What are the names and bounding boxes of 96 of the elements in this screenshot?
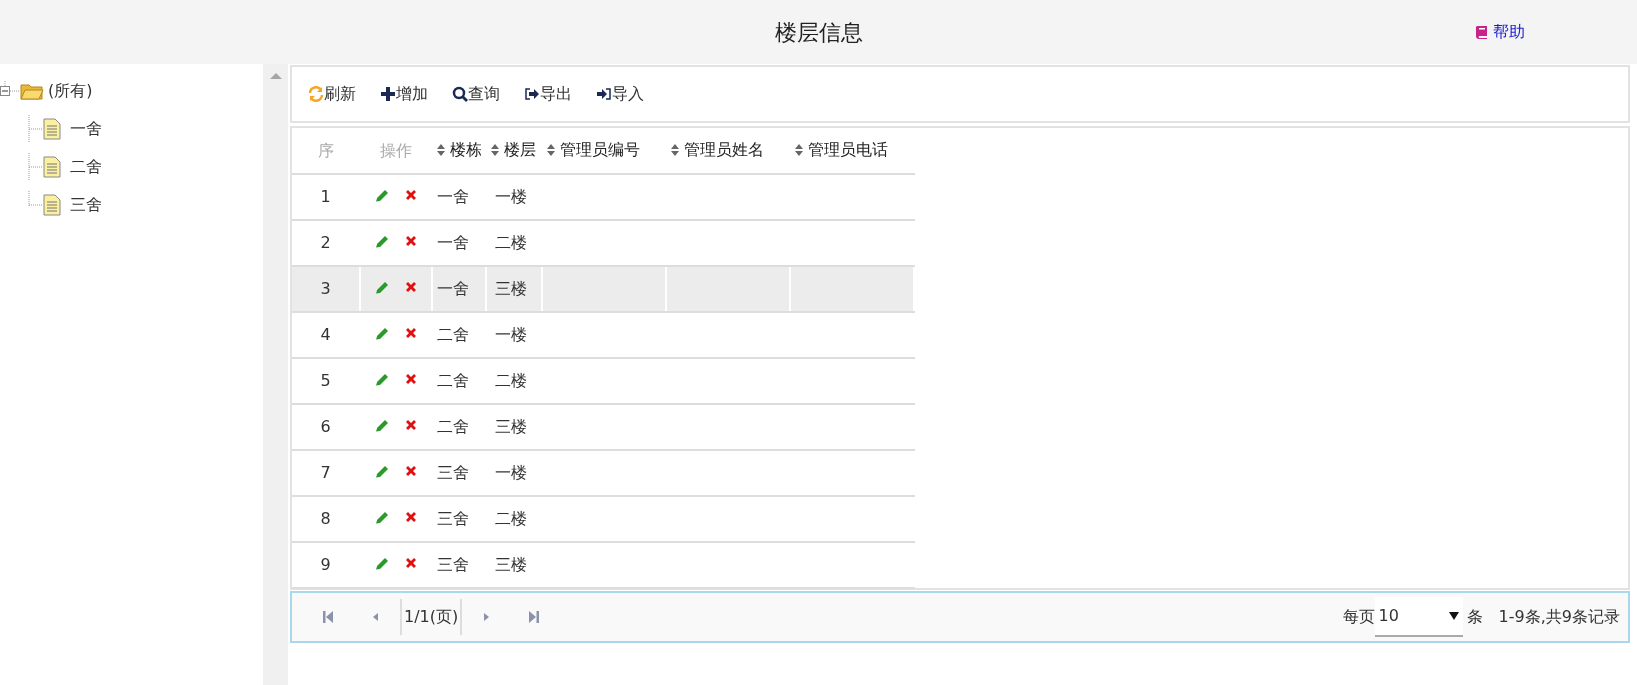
table-cell: 一楼 xyxy=(486,450,542,496)
table-cell: 三舍 xyxy=(432,450,486,496)
column-header[interactable]: 管理员电话 xyxy=(790,128,914,174)
last-page-icon xyxy=(528,610,541,624)
table-cell: 9 xyxy=(292,542,360,588)
table-cell: 5 xyxy=(292,358,360,404)
tree-item[interactable]: 一舍 xyxy=(70,117,102,141)
delete-icon[interactable] xyxy=(405,327,417,339)
table-cell: 三舍 xyxy=(432,542,486,588)
document-icon xyxy=(42,118,62,140)
pencil-icon[interactable] xyxy=(375,326,389,340)
tree-connector-icon xyxy=(28,191,42,206)
refresh-icon xyxy=(308,86,324,102)
table-cell: 一舍 xyxy=(432,174,486,220)
page-title: 楼层信息 xyxy=(774,18,863,47)
column-header: 操作 xyxy=(360,128,432,174)
table-row[interactable]: 7 三舍 一楼 xyxy=(292,450,914,496)
table-row[interactable]: 6 二舍 三楼 xyxy=(292,404,914,450)
sort-icon[interactable] xyxy=(436,142,446,157)
column-header: 序 xyxy=(292,128,360,174)
dropdown-icon xyxy=(1448,612,1459,620)
table-cell: 8 xyxy=(292,496,360,542)
delete-icon[interactable] xyxy=(405,189,417,201)
table-cell: 二舍 xyxy=(432,404,486,450)
folder-icon xyxy=(20,81,44,101)
table-cell: 二舍 xyxy=(432,358,486,404)
tree-item[interactable]: 二舍 xyxy=(70,155,102,179)
table-cell: 三楼 xyxy=(486,266,542,312)
scrollbar[interactable] xyxy=(263,64,288,685)
table-cell: 4 xyxy=(292,312,360,358)
delete-icon[interactable] xyxy=(405,281,417,293)
tree-connector-icon xyxy=(28,153,42,181)
sort-icon[interactable] xyxy=(794,142,804,157)
first-page-icon xyxy=(322,610,334,624)
scroll-up-icon[interactable] xyxy=(269,72,282,80)
table-cell: 三楼 xyxy=(486,404,542,450)
column-header[interactable]: 管理员姓名 xyxy=(666,128,790,174)
pencil-icon[interactable] xyxy=(375,556,389,570)
import-icon xyxy=(596,86,612,102)
table-cell: 二楼 xyxy=(486,358,542,404)
tree-connector-icon xyxy=(28,115,42,143)
document-icon xyxy=(42,156,62,178)
page-indicator: 1/1(页) xyxy=(400,599,463,635)
pencil-icon[interactable] xyxy=(375,418,389,432)
table-row[interactable]: 8 三舍 二楼 xyxy=(292,496,914,542)
record-summary: 1-9条,共9条记录 xyxy=(1498,606,1620,628)
delete-icon[interactable] xyxy=(405,557,417,569)
table-cell: 7 xyxy=(292,450,360,496)
per-page-label: 每页 xyxy=(1342,606,1375,628)
delete-icon[interactable] xyxy=(405,465,417,477)
export-icon xyxy=(524,86,540,102)
per-page-unit: 条 xyxy=(1466,606,1483,628)
search-button[interactable]: 查询 xyxy=(452,82,500,106)
plus-icon xyxy=(380,86,396,102)
document-icon xyxy=(42,194,62,216)
tree-root-expanded[interactable]: (所有) xyxy=(48,79,93,103)
table-row[interactable]: 5 二舍 二楼 xyxy=(292,358,914,404)
column-header[interactable]: 楼层 xyxy=(486,128,542,174)
column-header[interactable]: 楼栋 xyxy=(432,128,486,174)
column-header[interactable]: 管理员编号 xyxy=(542,128,666,174)
table-cell: 三楼 xyxy=(486,542,542,588)
table-row[interactable]: 3 一舍 三楼 xyxy=(292,266,914,312)
add-button[interactable]: 增加 xyxy=(380,82,428,106)
export-button[interactable]: 导出 xyxy=(524,82,572,106)
sort-icon[interactable] xyxy=(670,142,680,157)
help-link[interactable]: 帮助 xyxy=(1475,20,1525,44)
table-row[interactable]: 9 三舍 三楼 xyxy=(292,542,914,588)
table-cell: 6 xyxy=(292,404,360,450)
table-cell: 3 xyxy=(292,266,360,312)
pencil-icon[interactable] xyxy=(375,464,389,478)
import-button[interactable]: 导入 xyxy=(596,82,644,106)
pencil-icon[interactable] xyxy=(375,280,389,294)
table-row[interactable]: 4 二舍 一楼 xyxy=(292,312,914,358)
table-cell: 二楼 xyxy=(486,496,542,542)
book-icon xyxy=(1475,25,1489,39)
delete-icon[interactable] xyxy=(405,373,417,385)
sort-icon[interactable] xyxy=(490,142,500,157)
tree-item[interactable]: 三舍 xyxy=(70,193,102,217)
table-cell: 二舍 xyxy=(432,312,486,358)
pencil-icon[interactable] xyxy=(375,510,389,524)
page-size-select[interactable]: 10 xyxy=(1374,597,1463,637)
pencil-icon[interactable] xyxy=(375,188,389,202)
table-cell: 1 xyxy=(292,174,360,220)
pencil-icon[interactable] xyxy=(375,372,389,386)
table-row[interactable]: 1 一舍 一楼 xyxy=(292,174,914,220)
table-cell: 一舍 xyxy=(432,266,486,312)
table-cell: 三舍 xyxy=(432,496,486,542)
refresh-button[interactable]: 刷新 xyxy=(308,82,356,106)
delete-icon[interactable] xyxy=(405,511,417,523)
delete-icon[interactable] xyxy=(405,235,417,247)
sort-icon[interactable] xyxy=(546,142,556,157)
search-icon xyxy=(452,86,468,102)
delete-icon[interactable] xyxy=(405,419,417,431)
pencil-icon[interactable] xyxy=(375,234,389,248)
table-cell: 一楼 xyxy=(486,312,542,358)
table-cell: 一楼 xyxy=(486,174,542,220)
